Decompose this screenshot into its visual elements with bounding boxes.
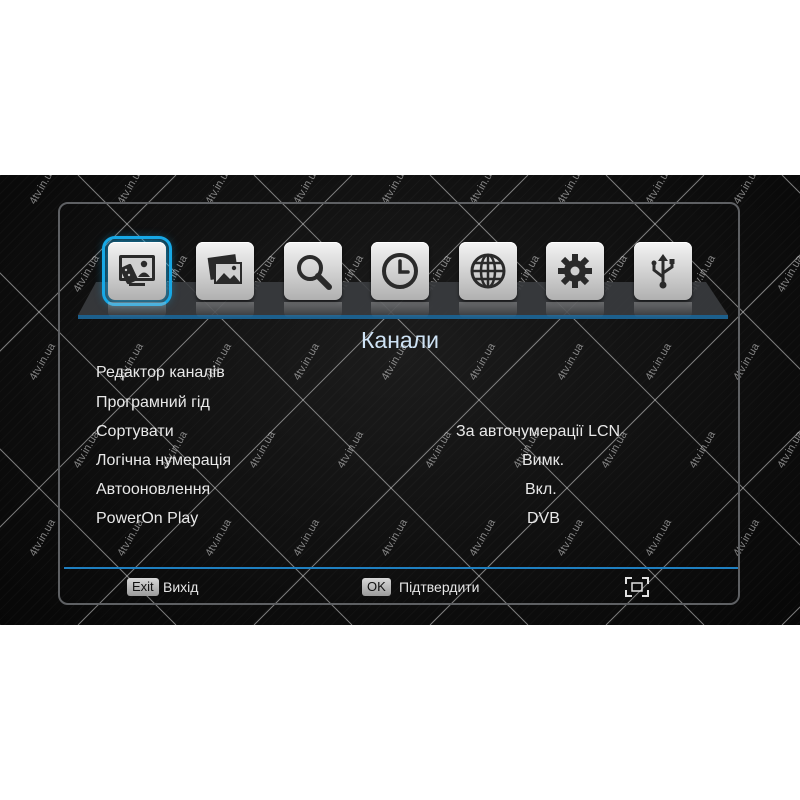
tv-screen: 4tv.in.ua 4tv.in.ua 4tv.in.ua 4tv.in.ua 4tv.…	[0, 175, 800, 625]
channels-icon	[119, 255, 155, 286]
menu-row-autoupdate-value[interactable]: Вкл.	[525, 481, 557, 499]
page-title: Канали	[361, 327, 439, 353]
menu-item-channels[interactable]	[102, 236, 172, 318]
exit-label: Вихід	[163, 579, 199, 595]
ok-label: Підтвердити	[399, 579, 480, 595]
globe-icon	[470, 253, 506, 289]
clock-icon	[382, 253, 418, 289]
menu-row-channel-editor[interactable]: Редактор каналів	[96, 364, 225, 382]
menu-item-settings[interactable]	[546, 242, 604, 318]
usb-icon	[651, 254, 675, 289]
menu-item-usb[interactable]	[634, 242, 692, 318]
fullscreen-icon[interactable]	[624, 576, 650, 598]
search-icon	[297, 255, 332, 290]
exit-key[interactable]: Exit	[127, 578, 159, 596]
menu-row-lcn-value[interactable]: Вимк.	[522, 452, 564, 470]
menu-item-network[interactable]	[459, 242, 517, 318]
menu-row-autoupdate-label[interactable]: Автооновлення	[96, 481, 210, 499]
gear-icon	[558, 254, 592, 288]
menu-item-search[interactable]	[284, 242, 342, 318]
ok-key[interactable]: OK	[362, 578, 391, 596]
menu-row-program-guide[interactable]: Програмний гід	[96, 394, 210, 412]
menu-row-lcn-label[interactable]: Логічна нумерація	[96, 452, 231, 470]
media-gallery-icon	[207, 254, 242, 284]
menu-row-sort-value[interactable]: За автонумерації LCN	[456, 423, 620, 441]
footer-divider	[64, 567, 738, 569]
menu-item-media[interactable]	[196, 242, 254, 318]
menu-row-sort-label[interactable]: Сортувати	[96, 423, 174, 441]
menu-row-poweron-label[interactable]: PowerOn Play	[96, 510, 198, 528]
menu-item-time[interactable]	[371, 242, 429, 318]
menu-row-poweron-value[interactable]: DVB	[527, 510, 560, 528]
